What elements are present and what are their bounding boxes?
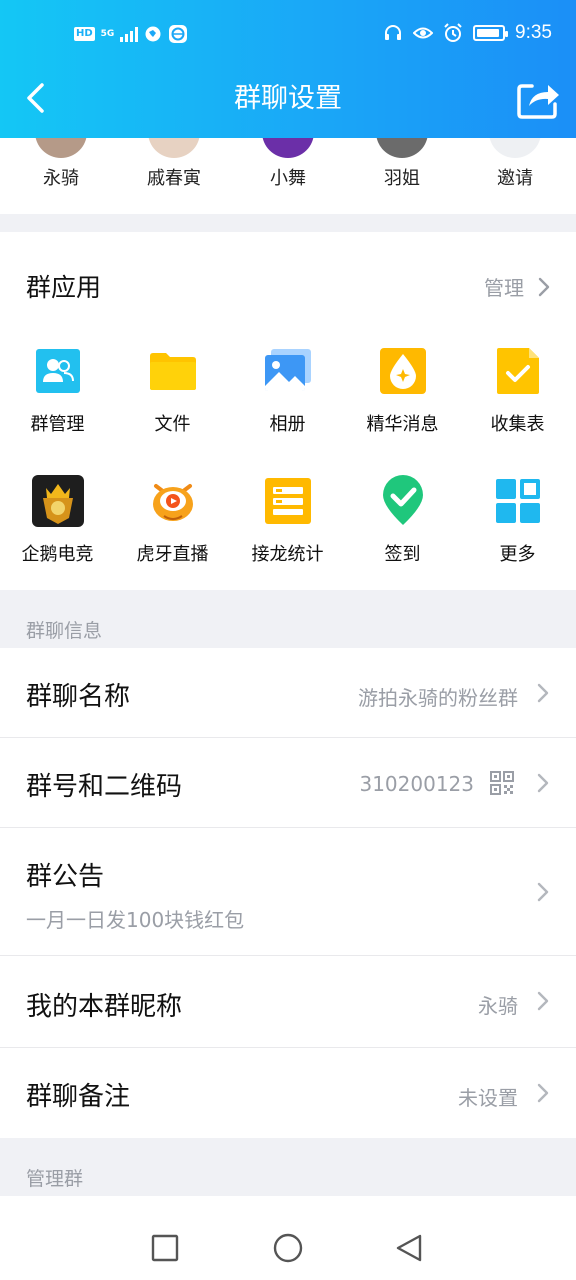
my-nickname-label: 我的本群昵称 [26, 992, 183, 1022]
chevron-right-icon [538, 277, 550, 296]
group-name-label: 群聊名称 [26, 682, 131, 712]
app-item[interactable]: 接龙统计 [230, 474, 345, 566]
app-label: 虎牙直播 [136, 544, 209, 565]
manage-section-row [0, 1196, 576, 1216]
network-type: 5G [100, 29, 115, 39]
member-name: 小舞 [270, 168, 306, 189]
member-name: 永骑 [43, 168, 79, 189]
esports-icon [31, 475, 84, 527]
section-title-manage: 管理群 [26, 1168, 84, 1190]
globe-app-icon [169, 25, 188, 43]
avatar [148, 138, 200, 158]
group-remark-row[interactable]: 群聊备注 未设置 [0, 1048, 576, 1138]
group-remark-value: 未设置 [458, 1086, 518, 1110]
app-label: 接龙统计 [251, 544, 324, 565]
more-grid-icon [495, 479, 540, 523]
app-item[interactable]: 文件 [115, 344, 230, 436]
battery-icon [473, 25, 509, 41]
app-label: 签到 [384, 544, 421, 565]
group-remark-label: 群聊备注 [26, 1082, 131, 1112]
manage-label: 管理 [484, 276, 524, 300]
group-notice-label: 群公告 [26, 862, 105, 892]
header-bar: HD 5G 9:35 群聊设置 [0, 0, 576, 138]
status-bar: HD 5G 9:35 [0, 0, 576, 70]
chevron-right-icon [537, 683, 549, 703]
group-apps-title: 群应用 [26, 273, 102, 302]
group-name-value: 游拍永骑的粉丝群 [358, 686, 518, 710]
my-nickname-value: 永骑 [478, 994, 518, 1018]
app-label: 相册 [269, 414, 306, 435]
app-label: 文件 [154, 414, 191, 435]
huya-icon [145, 474, 200, 528]
app-label: 更多 [499, 544, 536, 565]
avatar [35, 138, 87, 158]
manage-apps-button[interactable]: 管理 [484, 272, 550, 301]
headset-icon [385, 25, 402, 40]
app-item[interactable]: 虎牙直播 [115, 474, 230, 566]
page-title: 群聊设置 [234, 83, 342, 114]
app-item[interactable]: 企鹅电竞 [0, 474, 115, 566]
group-name-row[interactable]: 群聊名称 游拍永骑的粉丝群 [0, 648, 576, 738]
app-label: 企鹅电竞 [21, 544, 94, 565]
app-label: 群管理 [30, 414, 85, 435]
chevron-right-icon [537, 991, 549, 1011]
avatar [376, 138, 428, 158]
section-title-group-info: 群聊信息 [26, 620, 103, 642]
signal-icon [120, 26, 139, 42]
app-label: 收集表 [490, 414, 545, 435]
avatar [262, 138, 314, 158]
app-item[interactable]: 相册 [230, 344, 345, 436]
hd-indicator: HD [74, 27, 95, 41]
chevron-right-icon [537, 773, 549, 793]
relay-icon [264, 478, 311, 524]
alarm-icon [444, 23, 462, 42]
my-nickname-row[interactable]: 我的本群昵称 永骑 [0, 956, 576, 1048]
member-list: 永骑 戚春寅 小舞 羽姐 邀请 [0, 138, 576, 214]
app-item[interactable]: 群管理 [0, 344, 115, 436]
system-nav-bar [0, 1216, 576, 1280]
member-name: 戚春寅 [147, 168, 201, 189]
back-triangle-icon[interactable] [393, 1232, 425, 1264]
share-icon[interactable] [516, 78, 562, 120]
app-item[interactable]: 签到 [345, 474, 460, 566]
group-notice-row[interactable]: 群公告 一月一日发100块钱红包 [0, 828, 576, 956]
essence-icon [379, 348, 426, 394]
eye-icon [413, 27, 434, 39]
chevron-right-icon [537, 1083, 549, 1103]
recents-square-icon[interactable] [149, 1232, 181, 1264]
group-id-label: 群号和二维码 [26, 772, 183, 802]
avatar [489, 138, 541, 158]
app-item[interactable]: 更多 [460, 474, 575, 566]
invite-label: 邀请 [497, 168, 533, 189]
browser-icon [145, 26, 161, 42]
folder-icon [149, 353, 196, 390]
group-id-value: 310200123 [359, 772, 474, 796]
group-notice-value: 一月一日发100块钱红包 [26, 908, 245, 932]
app-label: 精华消息 [366, 414, 439, 435]
group-apps-card: 群应用 管理 群管理 文件 相册 精华消息 收集表 企鹅电竞 虎牙直播 接龙统计… [0, 232, 576, 590]
home-circle-icon[interactable] [272, 1232, 304, 1264]
app-item[interactable]: 精华消息 [345, 344, 460, 436]
group-manage-icon [35, 349, 80, 393]
qr-code-icon [490, 771, 514, 795]
checkin-icon [382, 475, 423, 525]
member-name: 羽姐 [384, 168, 420, 189]
chevron-right-icon [537, 882, 549, 902]
collect-form-icon [496, 348, 539, 394]
clock: 9:35 [515, 22, 552, 43]
group-id-row[interactable]: 群号和二维码 310200123 [0, 738, 576, 828]
app-item[interactable]: 收集表 [460, 344, 575, 436]
album-icon [264, 349, 311, 391]
